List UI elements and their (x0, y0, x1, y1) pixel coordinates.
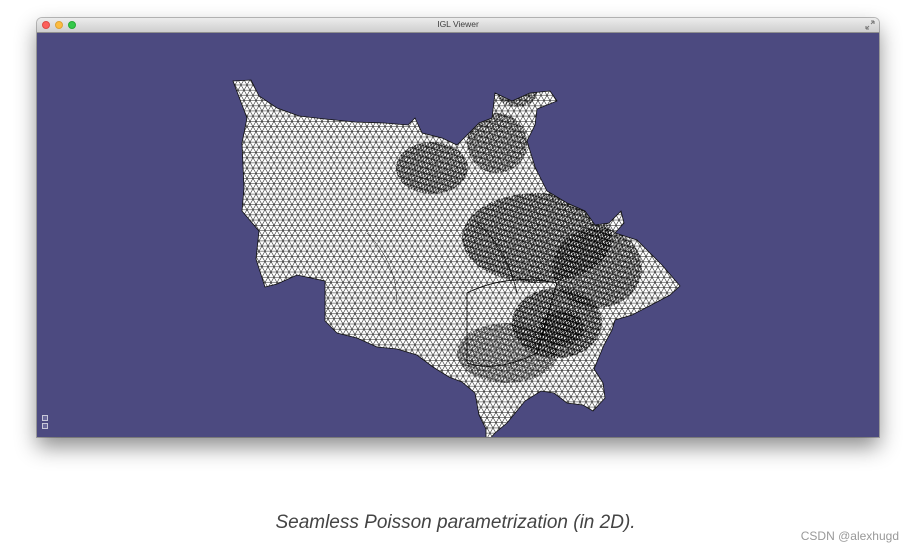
viewer-toggles (42, 415, 48, 431)
figure-caption: Seamless Poisson parametrization (in 2D)… (275, 512, 636, 533)
title-bar[interactable]: IGL Viewer (37, 18, 879, 33)
viewer-canvas[interactable] (37, 33, 879, 437)
watermark: CSDN @alexhugd (800, 529, 899, 543)
igl-viewer-window: IGL Viewer (37, 18, 879, 437)
fullscreen-icon[interactable] (865, 20, 875, 30)
window-title: IGL Viewer (437, 19, 479, 29)
toggle-icon[interactable] (42, 423, 48, 429)
mesh-rendering (232, 79, 681, 437)
mesh-edges (233, 80, 680, 437)
toggle-icon[interactable] (42, 415, 48, 421)
